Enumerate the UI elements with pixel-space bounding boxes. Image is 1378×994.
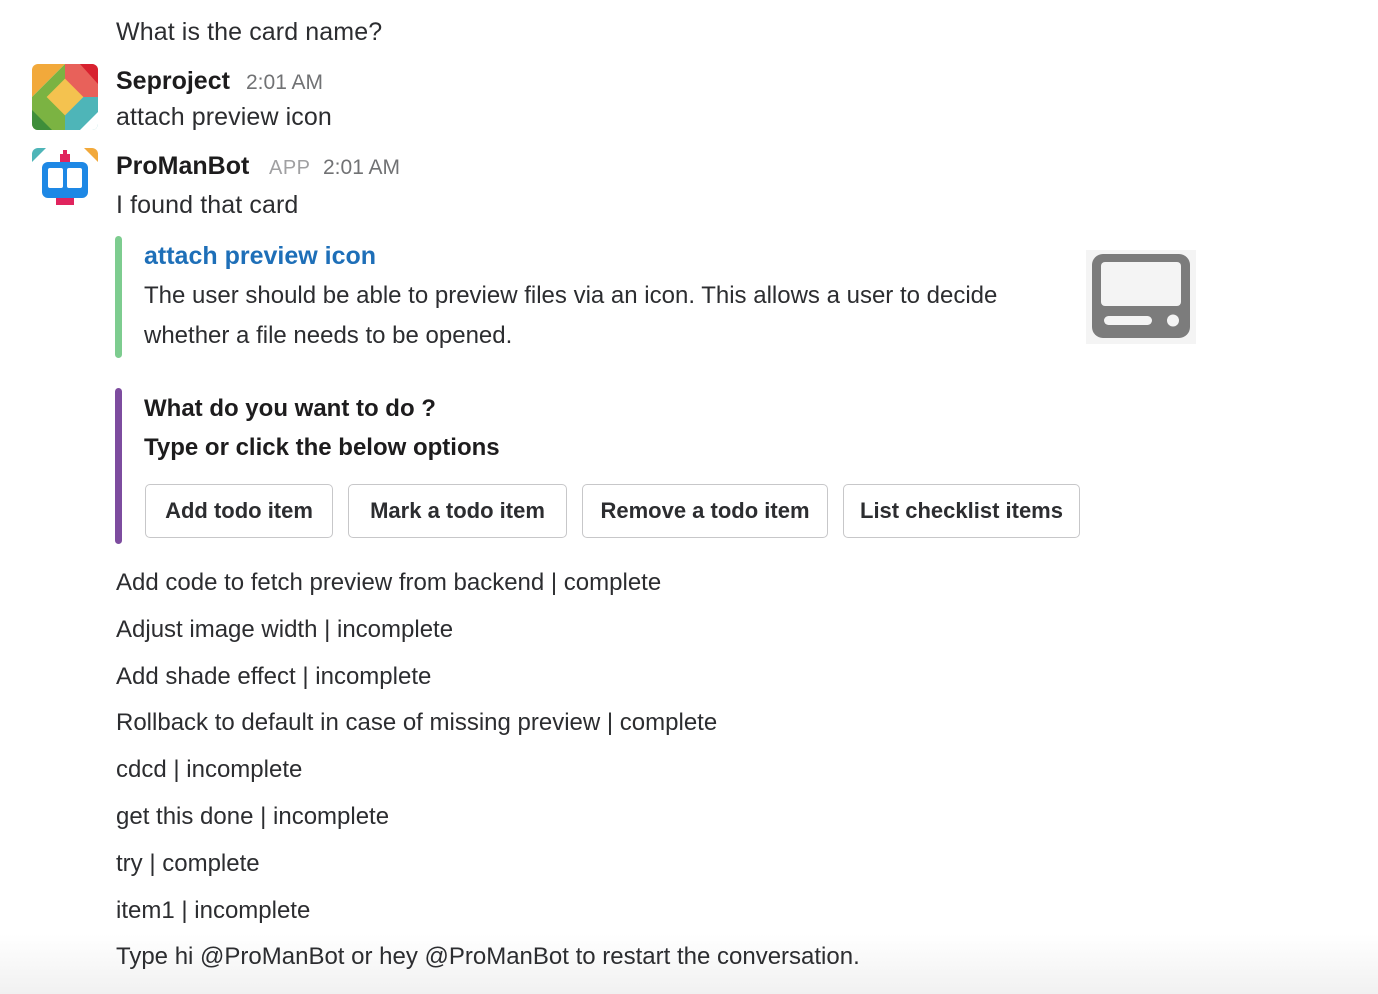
- prompt-question: What do you want to do ?: [144, 395, 436, 422]
- mark-todo-item-button[interactable]: Mark a todo item: [348, 484, 567, 538]
- checklist-item: Add shade effect | incomplete: [116, 663, 432, 690]
- promanbot-message-text: I found that card: [116, 191, 299, 219]
- seproject-message-text: attach preview icon: [116, 103, 332, 131]
- restart-hint-text: Type hi @ProManBot or hey @ProManBot to …: [116, 943, 860, 970]
- previous-message-text: What is the card name?: [116, 18, 383, 46]
- remove-todo-item-button[interactable]: Remove a todo item: [582, 484, 828, 538]
- seproject-timestamp[interactable]: 2:01 AM: [246, 71, 323, 95]
- checklist-item: Rollback to default in case of missing p…: [116, 709, 718, 736]
- slack-conversation: What is the card name? Seproject 2:01 AM…: [0, 0, 1378, 994]
- actions-attachment-bar: [115, 388, 122, 544]
- seproject-avatar-icon: [32, 64, 98, 130]
- checklist-item: get this done | incomplete: [116, 803, 390, 830]
- app-badge: APP: [269, 157, 311, 179]
- promanbot-timestamp[interactable]: 2:01 AM: [323, 156, 400, 180]
- seproject-sender-name[interactable]: Seproject: [116, 67, 230, 96]
- checklist-item: Add code to fetch preview from backend |…: [116, 569, 662, 596]
- list-checklist-items-button[interactable]: List checklist items: [843, 484, 1080, 538]
- add-todo-item-button[interactable]: Add todo item: [145, 484, 333, 538]
- card-thumbnail[interactable]: [1086, 250, 1196, 344]
- checklist-item: item1 | incomplete: [116, 897, 311, 924]
- promanbot-avatar-icon: [32, 148, 98, 214]
- promanbot-avatar[interactable]: [32, 148, 98, 214]
- checklist-item: cdcd | incomplete: [116, 756, 303, 783]
- monitor-icon: [1086, 250, 1196, 344]
- checklist-item: Adjust image width | incomplete: [116, 616, 454, 643]
- card-description: The user should be able to preview files…: [144, 282, 998, 349]
- promanbot-sender-name[interactable]: ProManBot: [116, 152, 249, 181]
- seproject-avatar[interactable]: [32, 64, 98, 130]
- card-title-link[interactable]: attach preview icon: [144, 242, 376, 271]
- prompt-instructions: Type or click the below options: [144, 434, 500, 461]
- card-attachment-bar: [115, 236, 122, 358]
- checklist-item: try | complete: [116, 850, 260, 877]
